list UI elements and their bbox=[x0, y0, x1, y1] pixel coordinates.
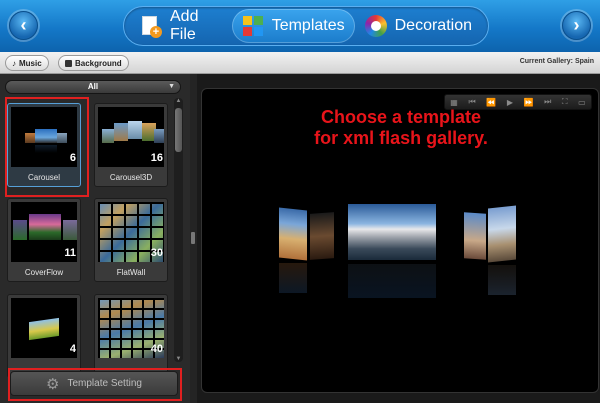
carousel-photo-desert bbox=[279, 207, 307, 261]
template-setting-label: Template Setting bbox=[67, 378, 142, 389]
template-item-flatwall[interactable]: 30 FlatWall bbox=[94, 198, 168, 282]
tab-decoration-label: Decoration bbox=[394, 17, 472, 34]
template-item-5[interactable]: 4 bbox=[7, 294, 81, 378]
main-tabs: + Add File Templates Decoration bbox=[123, 6, 489, 46]
chevron-down-icon: ▼ bbox=[168, 83, 175, 90]
template-setting-button[interactable]: ⚙ Template Setting bbox=[10, 371, 178, 396]
template-item-carousel3d[interactable]: 16 Carousel3D bbox=[94, 103, 168, 187]
template-preview-area: ▦ ⏮ ⏪ ▶ ⏩ ⏭ ⛶ ▭ Choose a template for xm… bbox=[201, 88, 599, 393]
tab-add-file-label: Add File bbox=[170, 8, 199, 43]
previous-icon[interactable]: ⏪ bbox=[486, 98, 496, 107]
skip-start-icon[interactable]: ⏮ bbox=[468, 97, 475, 107]
background-label: Background bbox=[75, 58, 122, 68]
music-note-icon: ♪ bbox=[12, 58, 16, 68]
carousel-reflection bbox=[279, 263, 307, 293]
panel-splitter[interactable] bbox=[190, 74, 197, 403]
template-list-scrollbar[interactable]: ▲ ▼ bbox=[174, 98, 183, 362]
template-name: FlatWall bbox=[116, 268, 146, 277]
music-button[interactable]: ♪ Music bbox=[5, 55, 49, 71]
template-photo-count: 4 bbox=[69, 343, 76, 355]
template-name: Carousel3D bbox=[109, 173, 153, 182]
template-photo-count: 30 bbox=[150, 247, 163, 259]
template-photo-count: 16 bbox=[150, 152, 163, 164]
tab-decoration[interactable]: Decoration bbox=[355, 9, 482, 43]
sub-toolbar: ♪ Music Background Current Gallery: Spai… bbox=[0, 52, 600, 74]
carousel-photo-bilbao bbox=[348, 204, 436, 260]
chevron-right-icon[interactable]: › bbox=[562, 11, 591, 40]
top-toolbar: ‹ + Add File Templates Decoration › bbox=[0, 0, 600, 52]
carousel-photo-town bbox=[464, 212, 486, 260]
template-filter-select[interactable]: All ▼ bbox=[5, 80, 181, 94]
template-preview-image bbox=[11, 107, 77, 167]
add-file-icon: + bbox=[140, 15, 162, 38]
template-preview-image bbox=[11, 298, 77, 358]
splitter-grip-icon[interactable] bbox=[191, 232, 195, 244]
scroll-up-icon[interactable]: ▲ bbox=[174, 98, 183, 104]
background-button[interactable]: Background bbox=[58, 55, 129, 71]
template-item-coverflow[interactable]: 11 CoverFlow bbox=[7, 198, 81, 282]
template-photo-count: 6 bbox=[69, 152, 76, 164]
play-icon[interactable]: ▶ bbox=[507, 98, 513, 107]
scrollbar-thumb[interactable] bbox=[175, 108, 182, 152]
template-item-carousel[interactable]: 6 Carousel bbox=[7, 103, 81, 187]
music-label: Music bbox=[19, 58, 42, 68]
gear-icon: ⚙ bbox=[46, 375, 60, 393]
tab-templates[interactable]: Templates bbox=[231, 9, 355, 43]
next-icon[interactable]: ⏩ bbox=[524, 98, 534, 107]
carousel-reflection bbox=[488, 265, 516, 295]
preview-hint-text: Choose a template for xml flash gallery. bbox=[202, 107, 600, 149]
tab-add-file[interactable]: + Add File bbox=[130, 8, 232, 43]
carousel-reflection bbox=[348, 264, 436, 298]
template-photo-count: 11 bbox=[64, 247, 76, 259]
carousel-photo-windmill bbox=[488, 205, 516, 263]
template-photo-count: 40 bbox=[150, 343, 163, 355]
hint-line-2: for xml flash gallery. bbox=[314, 128, 488, 148]
background-icon bbox=[65, 59, 72, 67]
template-filter-value: All bbox=[87, 82, 99, 91]
grid-view-icon[interactable]: ▦ bbox=[450, 98, 458, 107]
chevron-left-icon[interactable]: ‹ bbox=[9, 11, 38, 40]
skip-end-icon[interactable]: ⏭ bbox=[544, 97, 551, 107]
decoration-icon bbox=[364, 15, 387, 37]
template-list-panel: All ▼ 6 Carousel 16 Carousel3D 11 CoverF… bbox=[0, 74, 190, 403]
template-item-6[interactable]: 40 bbox=[94, 294, 168, 378]
template-name: CoverFlow bbox=[24, 268, 64, 277]
volume-icon[interactable]: ▭ bbox=[578, 98, 586, 107]
current-gallery-label: Current Gallery: Spain bbox=[519, 58, 594, 65]
hint-line-1: Choose a template bbox=[320, 107, 482, 127]
scroll-down-icon[interactable]: ▼ bbox=[174, 356, 183, 362]
templates-icon bbox=[242, 15, 264, 37]
tab-templates-label: Templates bbox=[271, 17, 345, 34]
carousel-photo-dark bbox=[310, 212, 334, 260]
template-name: Carousel bbox=[27, 173, 60, 182]
fullscreen-icon[interactable]: ⛶ bbox=[562, 97, 568, 107]
